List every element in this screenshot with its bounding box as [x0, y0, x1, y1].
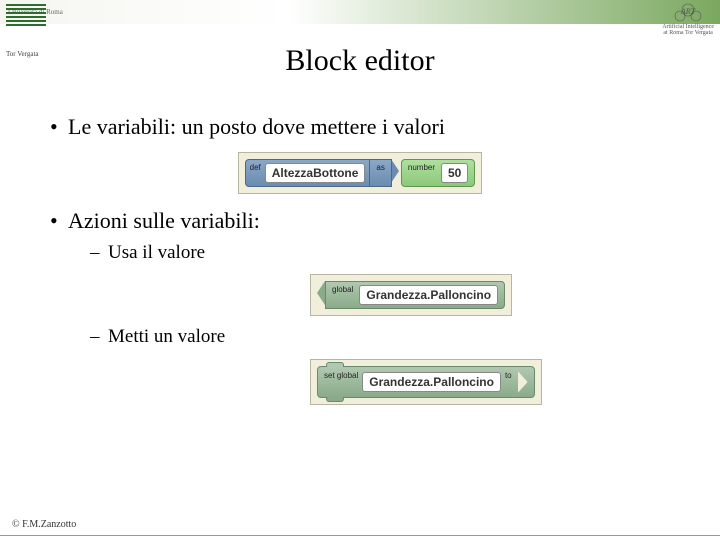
as-block: as: [370, 159, 391, 187]
block-set-figure: set global Grandezza.Palloncino to: [310, 358, 670, 405]
tab-bot-icon: [326, 397, 344, 402]
bullet-dot-icon: •: [50, 114, 68, 140]
bullet-dot-icon: •: [50, 208, 68, 234]
num-keyword: number: [408, 163, 435, 172]
sub-use-value: – Usa il valore: [90, 242, 670, 264]
num-value: 50: [441, 163, 468, 183]
tab-top-icon: [326, 362, 344, 367]
content: • Le variabili: un posto dove mettere i …: [50, 100, 670, 415]
stripes-icon: [6, 2, 46, 28]
connector-left-icon: [317, 281, 325, 305]
sub1-text: Usa il valore: [108, 242, 205, 264]
logo-right: ART Artificial Intelligence at Roma Tor …: [662, 2, 714, 36]
dash-icon: –: [90, 242, 108, 264]
bullet2-text: Azioni sulle variabili:: [68, 208, 260, 234]
get-name: Grandezza.Palloncino: [359, 285, 498, 305]
get-block: global Grandezza.Palloncino: [325, 281, 505, 309]
sub-set-value: – Metti un valore: [90, 326, 670, 348]
page-title: Block editor: [0, 44, 720, 78]
slot-icon: [518, 371, 528, 393]
bullet-actions: • Azioni sulle variabili:: [50, 208, 670, 234]
get-keyword: global: [332, 285, 353, 294]
connector-icon: [391, 159, 399, 183]
def-name: AltezzaBottone: [265, 163, 366, 183]
header-band: Università di Roma: [0, 0, 720, 24]
def-keyword: def: [250, 163, 261, 172]
set-keyword: set global: [324, 371, 358, 380]
def-block: def AltezzaBottone: [245, 159, 371, 187]
set-block: set global Grandezza.Palloncino to: [317, 366, 535, 398]
footer-line: [0, 535, 720, 536]
svg-text:ART: ART: [680, 7, 696, 16]
dash-icon: –: [90, 326, 108, 348]
art-logo-icon: ART: [670, 2, 706, 24]
as-keyword: as: [376, 163, 384, 172]
bullet-variables: • Le variabili: un posto dove mettere i …: [50, 114, 670, 140]
number-block: number 50: [401, 159, 475, 187]
block-def-figure: def AltezzaBottone as number 50: [50, 150, 670, 194]
art-line2: at Roma Tor Vergata: [662, 30, 714, 36]
footer-copyright: © F.M.Zanzotto: [12, 519, 76, 530]
slide: Università di Roma Tor Vergata ART Artif…: [0, 0, 720, 540]
set-name: Grandezza.Palloncino: [362, 372, 501, 392]
bullet1-text: Le variabili: un posto dove mettere i va…: [68, 114, 445, 140]
sub2-text: Metti un valore: [108, 326, 225, 348]
block-get-figure: global Grandezza.Palloncino: [310, 274, 670, 316]
set-to: to: [505, 371, 512, 380]
